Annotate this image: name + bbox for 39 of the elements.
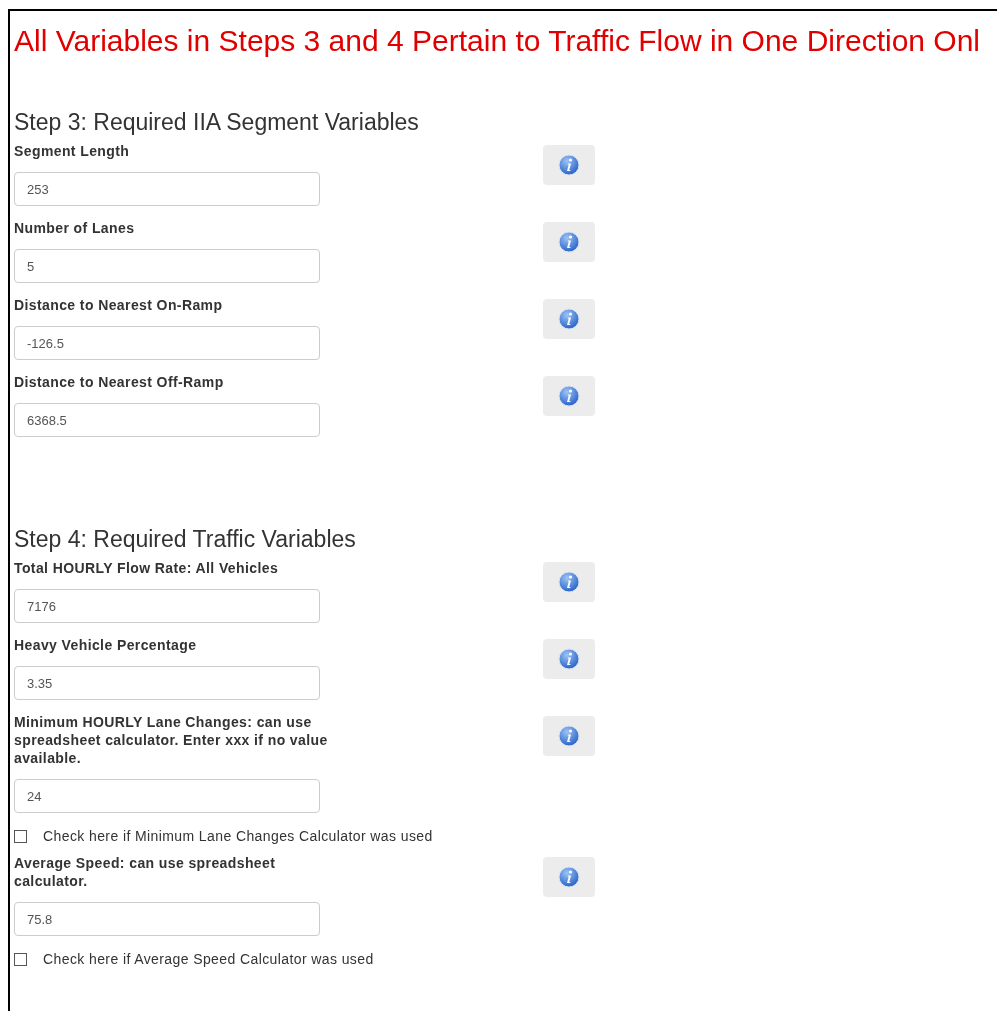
info-button[interactable] (543, 562, 595, 602)
info-button[interactable] (543, 299, 595, 339)
info-button[interactable] (543, 145, 595, 185)
field-label: Distance to Nearest On-Ramp (14, 296, 224, 314)
input-field[interactable]: 24 (14, 779, 320, 813)
info-button[interactable] (543, 222, 595, 262)
info-icon (558, 725, 580, 747)
input-field[interactable]: -126.5 (14, 326, 320, 360)
checkbox[interactable] (14, 829, 27, 843)
checkbox[interactable] (14, 952, 27, 966)
field-label: Minimum HOURLY Lane Changes: can use spreadsheet calculator. Enter xxx if no value available. (14, 713, 329, 767)
info-button[interactable] (543, 857, 595, 897)
section-heading: Step 3: Required IIA Segment Variables (14, 108, 420, 136)
field-label: Number of Lanes (14, 219, 136, 237)
field-label: Heavy Vehicle Percentage (14, 636, 198, 654)
section-heading: Step 4: Required Traffic Variables (14, 525, 357, 553)
input-field[interactable]: 253 (14, 172, 320, 206)
info-icon (558, 154, 580, 176)
input-field[interactable]: 75.8 (14, 902, 320, 936)
checkbox-label: Check here if Average Speed Calculator was used (43, 949, 374, 969)
checkbox-label: Check here if Minimum Lane Changes Calculator was used (43, 826, 433, 846)
info-icon (558, 648, 580, 670)
info-icon (558, 866, 580, 888)
input-field[interactable]: 5 (14, 249, 320, 283)
info-icon (558, 571, 580, 593)
notice-heading: All Variables in Steps 3 and 4 Pertain to Traffic Flow in One Direction Onl (14, 24, 982, 58)
info-icon (558, 231, 580, 253)
field-label: Total HOURLY Flow Rate: All Vehicles (14, 559, 280, 577)
input-field[interactable]: 3.35 (14, 666, 320, 700)
info-button[interactable] (543, 716, 595, 756)
field-label: Average Speed: can use spreadsheet calculator. (14, 854, 277, 890)
field-label: Distance to Nearest Off-Ramp (14, 373, 225, 391)
info-button[interactable] (543, 376, 595, 416)
input-field[interactable]: 7176 (14, 589, 320, 623)
info-icon (558, 385, 580, 407)
info-icon (558, 308, 580, 330)
field-label: Segment Length (14, 142, 131, 160)
input-field[interactable]: 6368.5 (14, 403, 320, 437)
info-button[interactable] (543, 639, 595, 679)
